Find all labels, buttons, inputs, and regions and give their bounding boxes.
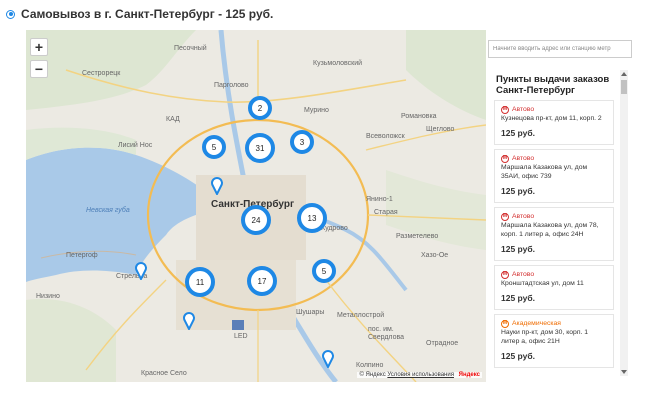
map-label-staraya: Старая [374,209,398,216]
map-cluster[interactable]: 3 [290,130,314,154]
map-cluster[interactable]: 5 [202,135,226,159]
map-cluster[interactable]: 11 [185,267,215,297]
pickup-price: 125 руб. [501,244,535,254]
pickup-list-item[interactable]: М Автово Кронштадтская ул, дом 11 125 ру… [494,265,614,310]
address-search-input[interactable] [488,40,632,58]
map-label-nevskaya-guba: Невская губа [86,207,130,214]
map-label-yanino: Янино-1 [366,196,393,203]
radio-button[interactable] [6,9,15,19]
scrollbar-thumb[interactable] [621,80,627,94]
metro-station: М Автово [501,154,607,163]
metro-name: Автово [512,106,535,113]
map-pin-icon[interactable] [182,312,196,330]
pickup-list-title: Пункты выдачи заказов Санкт-Петербург [496,74,610,96]
map-copyright: © Яндекс Условия использования Яндекс [357,372,482,378]
map-label-romanovka: Романовка [401,113,437,120]
map-label-led: LED [234,333,248,340]
pickup-address: Кузнецова пр-кт, дом 11, корп. 2 [501,115,602,122]
map-label-lisiy-nos: Лисий Нос [118,142,153,149]
pickup-list-item[interactable]: М Автово Маршала Казакова ул, дом 78, ко… [494,207,614,261]
metro-station: М Автово [501,105,607,114]
metro-station: М Автово [501,212,607,221]
map-label-kolpino: Колпино [356,362,384,369]
metro-icon: М [501,212,509,221]
map-pin-icon[interactable] [134,262,148,280]
map-cluster[interactable]: 2 [248,96,272,120]
map[interactable]: Песочный Кузьмоловский Сестрорецк Паргол… [26,30,486,382]
metro-station: М Академическая [501,319,607,328]
map-label-sestroretsk: Сестрорецк [82,70,121,77]
map-label-shcheglovo: Щеглово [426,126,455,133]
yandex-logo: Яндекс [458,372,480,378]
pickup-price: 125 руб. [501,293,535,303]
metro-name: Академическая [512,320,561,327]
map-label-otradnoe: Отрадное [426,340,459,347]
delivery-option-label: Самовывоз в г. Санкт-Петербург - 125 руб… [21,7,274,21]
pickup-list-item[interactable]: М Академическая Науки пр-кт, дом 30, кор… [494,314,614,368]
terms-link[interactable]: Условия использования [387,372,454,378]
list-scrollbar[interactable] [620,70,628,376]
pickup-address: Кронштадтская ул, дом 11 [501,280,584,287]
map-cluster[interactable]: 17 [247,266,277,296]
copyright-text: © Яндекс [359,372,386,378]
map-label-kudrovo: Кудрово [321,225,348,232]
zoom-out-button[interactable]: − [30,60,48,78]
delivery-option[interactable]: Самовывоз в г. Санкт-Петербург - 125 руб… [6,6,273,22]
metro-name: Автово [512,271,535,278]
map-label-razmetelevo: Разметелево [396,233,439,240]
map-pin-icon[interactable] [210,177,224,195]
map-pin-icon[interactable] [321,350,335,368]
map-label-nizino: Низино [36,293,60,300]
pickup-price: 125 руб. [501,351,535,361]
metro-station: М Автово [501,270,607,279]
map-cluster[interactable]: 24 [241,205,271,235]
map-label-sverdlova: пос. им. Свердлова [368,326,404,341]
zoom-in-button[interactable]: + [30,38,48,56]
pickup-sidebar: Пункты выдачи заказов Санкт-Петербург М … [486,30,638,382]
scroll-down-arrow-icon[interactable] [621,370,627,374]
map-cluster[interactable]: 5 [312,259,336,283]
pickup-address: Маршала Казакова ул, дом 35АИ, офис 739 [501,164,588,180]
map-label-shushary: Шушары [296,309,325,316]
pickup-address: Науки пр-кт, дом 30, корп. 1 литер а, оф… [501,329,589,345]
pickup-points-widget: Песочный Кузьмоловский Сестрорецк Паргол… [26,30,638,382]
map-cluster[interactable]: 31 [245,133,275,163]
metro-icon: М [501,105,509,114]
metro-icon: М [501,270,509,279]
pickup-price: 125 руб. [501,128,535,138]
map-label-pargolovo: Парголово [214,82,249,89]
pickup-address: Маршала Казакова ул, дом 78, корп. 1 лит… [501,222,599,238]
metro-name: Автово [512,155,535,162]
map-label-krasnoe-selo: Красное Село [141,370,187,377]
map-label-pesochny: Песочный [174,45,207,52]
map-cluster[interactable]: 13 [297,203,327,233]
map-label-khazo-oe: Хазо-Ое [421,252,449,259]
metro-name: Автово [512,213,535,220]
pickup-list[interactable]: М Автово Кузнецова пр-кт, дом 11, корп. … [494,100,614,382]
map-label-kad: КАД [166,116,180,123]
map-label-murino: Мурино [304,107,329,114]
scroll-up-arrow-icon[interactable] [621,72,627,76]
map-label-kuzmolovsky: Кузьмоловский [313,60,363,67]
pickup-list-item[interactable]: М Автово Кузнецова пр-кт, дом 11, корп. … [494,100,614,145]
pickup-price: 125 руб. [501,186,535,196]
pickup-list-item[interactable]: М Автово Маршала Казакова ул, дом 35АИ, … [494,149,614,203]
map-label-vsevolozhsk: Всеволожск [366,133,405,140]
metro-icon: М [501,154,509,163]
metro-icon: М [501,319,509,328]
map-label-metallostroy: Металлострой [337,312,385,319]
map-label-petergof: Петергоф [66,252,98,259]
